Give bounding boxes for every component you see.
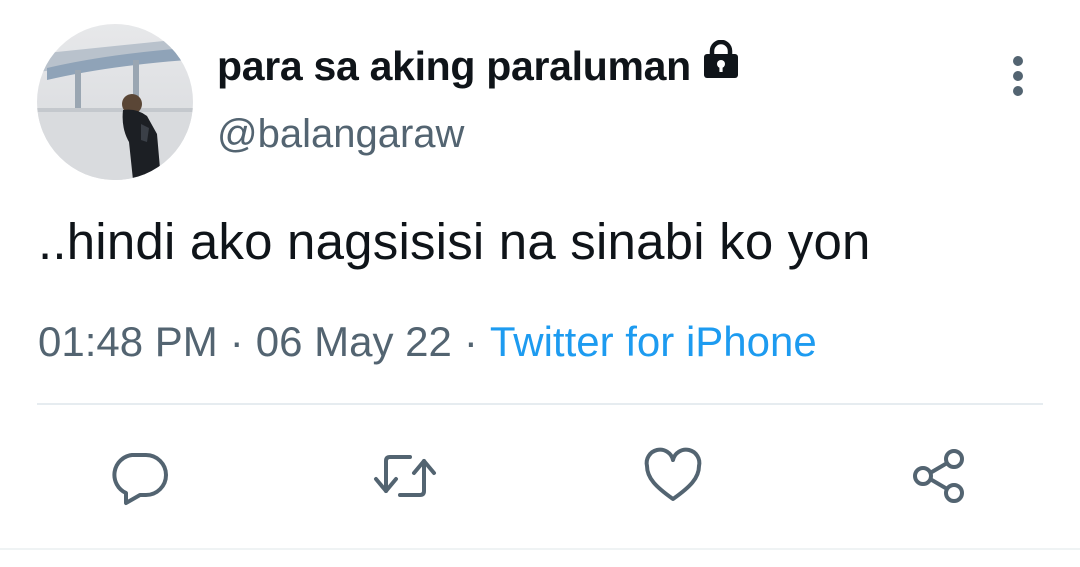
retweet-icon (374, 455, 436, 497)
user-handle[interactable]: @balangaraw (217, 112, 464, 157)
bottom-divider (0, 548, 1080, 550)
reply-bubble-icon (112, 453, 168, 505)
like-button[interactable] (640, 443, 706, 509)
avatar-image (37, 24, 193, 180)
meta-separator: · (229, 318, 244, 365)
divider (37, 403, 1043, 405)
tweet-card: para sa aking paraluman @balangaraw ..hi… (0, 0, 1080, 567)
share-icon (913, 449, 964, 503)
lock-icon (701, 39, 741, 80)
avatar[interactable] (37, 24, 193, 180)
meta-separator: · (463, 318, 478, 365)
display-name-row: para sa aking paraluman (217, 39, 741, 92)
share-button[interactable] (906, 443, 972, 509)
reply-button[interactable] (106, 443, 172, 509)
tweet-text: ..hindi ako nagsisisi na sinabi ko yon (38, 213, 871, 270)
tweet-date[interactable]: 06 May 22 (256, 318, 452, 366)
heart-icon (644, 447, 702, 501)
tweet-metadata: 01:48 PM · 06 May 22 · Twitter for iPhon… (38, 318, 817, 366)
display-name[interactable]: para sa aking paraluman (217, 43, 691, 90)
retweet-button[interactable] (372, 443, 438, 509)
tweet-time[interactable]: 01:48 PM (38, 318, 218, 366)
tweet-source-link[interactable]: Twitter for iPhone (490, 318, 817, 366)
more-vertical-icon[interactable] (998, 52, 1038, 102)
